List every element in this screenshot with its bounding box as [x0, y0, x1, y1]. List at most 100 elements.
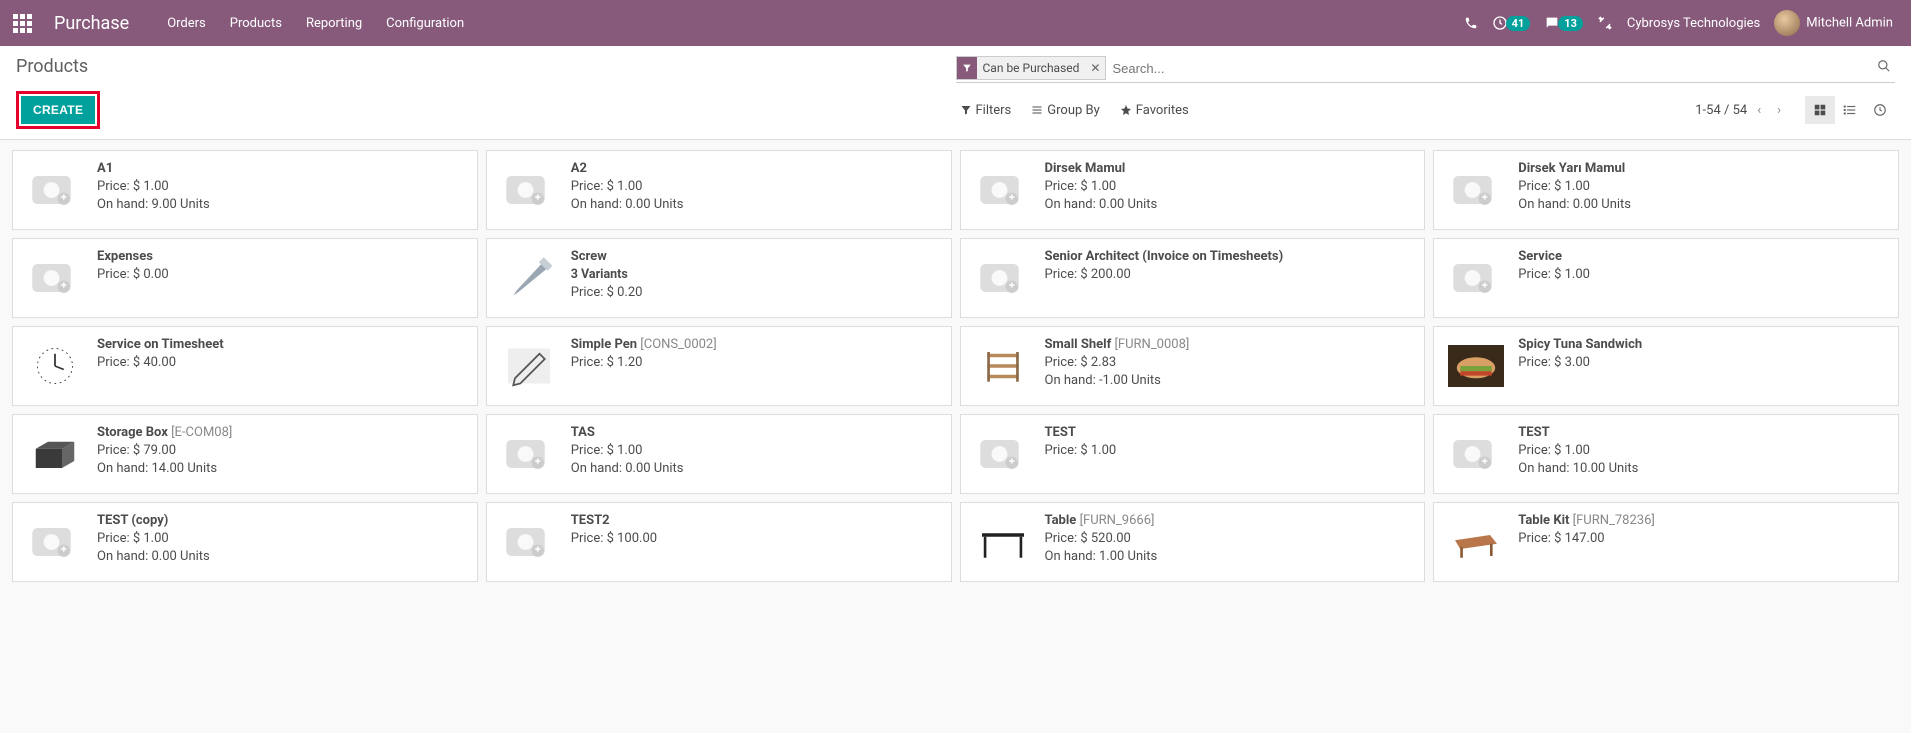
- messaging-icon[interactable]: 13: [1544, 15, 1583, 31]
- product-thumbnail: [971, 161, 1035, 219]
- create-button[interactable]: CREATE: [21, 96, 95, 124]
- filters-label: Filters: [976, 103, 1012, 118]
- search-icon[interactable]: [1873, 59, 1895, 77]
- product-onhand: On hand: 0.00 Units: [1045, 197, 1158, 212]
- product-card[interactable]: A2 Price: $ 1.00 On hand: 0.00 Units: [486, 150, 952, 230]
- product-price: Price: $ 0.20: [571, 285, 643, 300]
- product-card[interactable]: A1Price: $ 1.00On hand: 9.00 Units: [12, 150, 478, 230]
- product-price: Price: $ 100.00: [571, 531, 657, 546]
- pager-next-icon[interactable]: ›: [1771, 99, 1787, 122]
- product-onhand: On hand: 0.00 Units: [1518, 197, 1631, 212]
- product-thumbnail: [23, 425, 87, 483]
- product-thumbnail: [1444, 513, 1508, 571]
- product-card[interactable]: Spicy Tuna SandwichPrice: $ 3.00: [1433, 326, 1899, 406]
- product-thumbnail: [971, 337, 1035, 395]
- kanban-view-icon[interactable]: [1805, 96, 1835, 124]
- product-card[interactable]: Dirsek Mamul Price: $ 1.00 On hand: 0.00 U…: [960, 150, 1426, 230]
- product-name: TEST2: [571, 513, 657, 528]
- product-card[interactable]: Senior Architect (Invoice on Timesheets)…: [960, 238, 1426, 318]
- facet-label: Can be Purchased: [977, 61, 1086, 75]
- product-thumbnail: [23, 513, 87, 571]
- product-name: Dirsek Mamul: [1045, 161, 1158, 176]
- product-card[interactable]: TEST (copy)Price: $ 1.00On hand: 0.00 Un…: [12, 502, 478, 582]
- product-card[interactable]: Table [FURN_9666]Price: $ 520.00On hand:…: [960, 502, 1426, 582]
- product-onhand: On hand: 0.00 Units: [571, 197, 684, 212]
- product-price: Price: $ 520.00: [1045, 531, 1158, 546]
- product-name: Small Shelf [FURN_0008]: [1045, 337, 1190, 352]
- nav-reporting[interactable]: Reporting: [296, 10, 372, 37]
- product-card[interactable]: Table Kit [FURN_78236]Price: $ 147.00: [1433, 502, 1899, 582]
- messaging-badge: 13: [1558, 16, 1583, 31]
- filters-menu[interactable]: Filters: [960, 103, 1012, 118]
- activity-icon[interactable]: 41: [1492, 15, 1531, 31]
- product-name: TAS: [571, 425, 684, 440]
- product-code: [E-COM08]: [171, 425, 232, 440]
- product-thumbnail: [23, 337, 87, 395]
- favorites-menu[interactable]: Favorites: [1120, 103, 1189, 118]
- facet-remove-icon[interactable]: ✕: [1085, 61, 1105, 75]
- product-price: Price: $ 79.00: [97, 443, 232, 458]
- product-thumbnail: [497, 161, 561, 219]
- product-price: Price: $ 1.00: [571, 179, 684, 194]
- product-price: Price: $ 1.00: [1045, 443, 1117, 458]
- product-price: Price: $ 200.00: [1045, 267, 1284, 282]
- product-price: Price: $ 1.00: [97, 179, 210, 194]
- search-input[interactable]: [1106, 58, 1873, 79]
- product-price: Price: $ 1.00: [1518, 443, 1638, 458]
- product-thumbnail: [497, 513, 561, 571]
- product-onhand: On hand: 0.00 Units: [571, 461, 684, 476]
- product-price: Price: $ 1.00: [1518, 179, 1631, 194]
- breadcrumb: Products: [16, 56, 88, 77]
- apps-menu-icon[interactable]: [8, 9, 36, 37]
- product-name: Dirsek Yarı Mamul: [1518, 161, 1631, 176]
- product-price: Price: $ 147.00: [1518, 531, 1655, 546]
- product-card[interactable]: TEST2 Price: $ 100.00: [486, 502, 952, 582]
- product-card[interactable]: ExpensesPrice: $ 0.00: [12, 238, 478, 318]
- product-card[interactable]: Storage Box [E-COM08]Price: $ 79.00On ha…: [12, 414, 478, 494]
- avatar-icon: [1774, 10, 1800, 36]
- list-view-icon[interactable]: [1835, 96, 1865, 124]
- groupby-menu[interactable]: Group By: [1031, 103, 1100, 118]
- product-price: Price: $ 0.00: [97, 267, 169, 282]
- product-code: [FURN_9666]: [1080, 513, 1155, 528]
- product-name: A2: [571, 161, 684, 176]
- product-name: TEST (copy): [97, 513, 210, 528]
- product-price: Price: $ 1.00: [571, 443, 684, 458]
- pager-prev-icon[interactable]: ‹: [1751, 99, 1767, 122]
- app-title[interactable]: Purchase: [54, 13, 129, 34]
- user-name: Mitchell Admin: [1806, 15, 1893, 30]
- debug-icon[interactable]: [1597, 15, 1613, 31]
- activity-view-icon[interactable]: [1865, 96, 1895, 124]
- product-card[interactable]: Screw3 VariantsPrice: $ 0.20: [486, 238, 952, 318]
- product-thumbnail: [971, 513, 1035, 571]
- product-card[interactable]: TESTPrice: $ 1.00: [960, 414, 1426, 494]
- phone-icon[interactable]: [1464, 16, 1478, 30]
- nav-orders[interactable]: Orders: [157, 10, 216, 37]
- product-price: Price: $ 2.83: [1045, 355, 1190, 370]
- product-card[interactable]: TESTPrice: $ 1.00On hand: 10.00 Units: [1433, 414, 1899, 494]
- product-thumbnail: [497, 249, 561, 307]
- groupby-label: Group By: [1047, 103, 1100, 118]
- user-menu[interactable]: Mitchell Admin: [1774, 10, 1893, 36]
- product-name: Service on Timesheet: [97, 337, 224, 352]
- nav-products[interactable]: Products: [220, 10, 292, 37]
- product-price: Price: $ 1.20: [571, 355, 717, 370]
- product-card[interactable]: ServicePrice: $ 1.00: [1433, 238, 1899, 318]
- nav-right: 41 13 Cybrosys Technologies Mitchell Adm…: [1464, 10, 1893, 36]
- product-card[interactable]: Simple Pen [CONS_0002] Price: $ 1.20: [486, 326, 952, 406]
- product-card[interactable]: TAS Price: $ 1.00 On hand: 0.00 Units: [486, 414, 952, 494]
- product-card[interactable]: Small Shelf [FURN_0008]Price: $ 2.83On h…: [960, 326, 1426, 406]
- company-name[interactable]: Cybrosys Technologies: [1627, 16, 1760, 31]
- search-facet: Can be Purchased ✕: [956, 56, 1107, 80]
- product-price: Price: $ 1.00: [1045, 179, 1158, 194]
- product-thumbnail: [1444, 425, 1508, 483]
- product-card[interactable]: Dirsek Yarı Mamul Price: $ 1.00 On hand: 0…: [1433, 150, 1899, 230]
- product-card[interactable]: Service on TimesheetPrice: $ 40.00: [12, 326, 478, 406]
- product-name: Simple Pen [CONS_0002]: [571, 337, 717, 352]
- product-thumbnail: [971, 249, 1035, 307]
- search-bar[interactable]: Can be Purchased ✕: [956, 56, 1896, 83]
- nav-configuration[interactable]: Configuration: [376, 10, 474, 37]
- product-thumbnail: [971, 425, 1035, 483]
- product-thumbnail: [1444, 337, 1508, 395]
- product-onhand: On hand: 14.00 Units: [97, 461, 232, 476]
